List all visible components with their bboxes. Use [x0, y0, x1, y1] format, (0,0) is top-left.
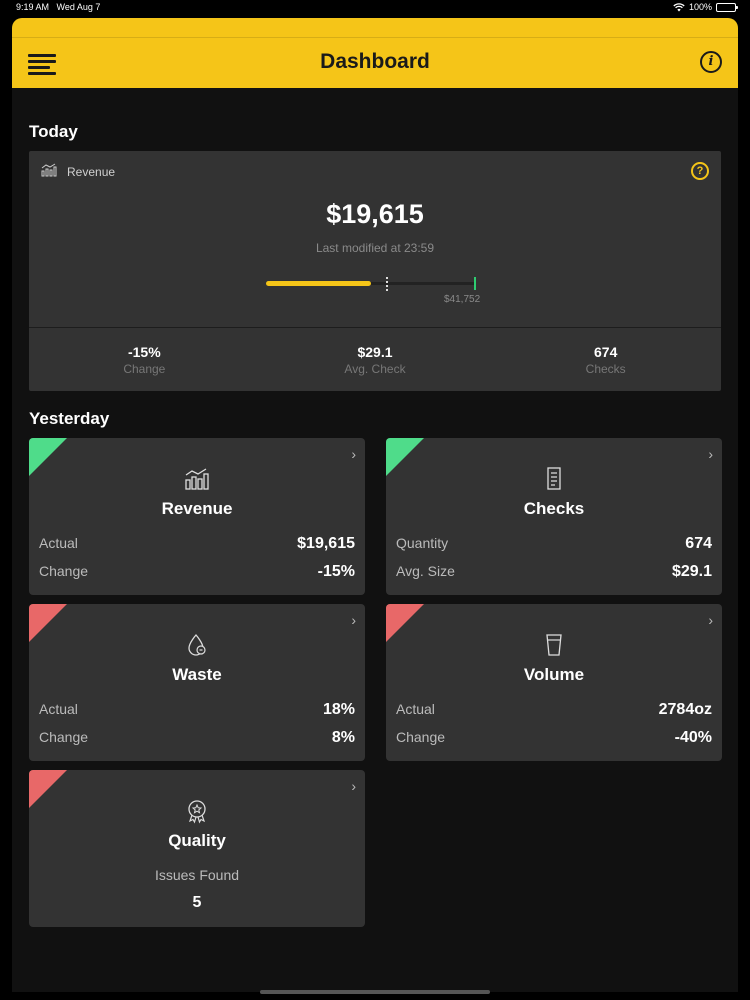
wifi-icon — [673, 2, 685, 11]
tile-title: Checks — [523, 499, 585, 518]
app-screen: Dashboard i Today Revenue ? $19,615 Last… — [12, 18, 738, 992]
tile-row: Change -40% — [396, 729, 712, 746]
revenue-progress — [266, 277, 476, 291]
last-modified: Last modified at 23:59 — [315, 241, 435, 255]
tile-row: Actual 18% — [39, 701, 355, 718]
tile-row: Actual 2784oz — [396, 701, 712, 718]
section-title-yesterday: Yesterday — [29, 409, 110, 428]
award-icon — [188, 800, 206, 824]
tile-row: Quantity 674 — [396, 535, 712, 552]
home-indicator[interactable] — [260, 990, 490, 994]
status-indicator — [29, 604, 67, 642]
tile-title: Revenue — [161, 499, 233, 518]
tile-quality[interactable]: › Quality Issues Found 5 — [29, 770, 365, 927]
glass-icon — [546, 634, 562, 656]
tile-volume[interactable]: › Volume Actual 2784oz Change -40% — [386, 604, 722, 761]
tile-title: Waste — [172, 665, 222, 684]
tile-row: Actual $19,615 — [39, 535, 355, 552]
quality-issues-value: 5 — [192, 894, 202, 911]
bar-chart-icon — [41, 163, 57, 177]
stat-change: -15% Change — [123, 344, 166, 376]
chevron-right-icon: › — [708, 612, 713, 628]
progress-fill — [266, 281, 371, 286]
battery-icon — [716, 2, 738, 12]
page-title: Dashboard — [320, 50, 430, 73]
receipt-icon — [547, 467, 561, 490]
stat-avg-check: $29.1 Avg. Check — [344, 344, 406, 376]
bar-chart-icon — [185, 468, 209, 490]
header-bar: Dashboard i — [12, 18, 738, 88]
revenue-value: $19,615 — [326, 199, 424, 229]
chevron-right-icon: › — [351, 778, 356, 794]
goal-marker — [474, 277, 476, 290]
status-indicator — [29, 770, 67, 808]
progress-marker — [385, 277, 388, 291]
help-icon[interactable]: ? — [691, 162, 709, 180]
today-revenue-card[interactable]: Revenue ? $19,615 Last modified at 23:59… — [29, 151, 721, 391]
tile-checks[interactable]: › Checks Quantity 674 Avg. Size $29.1 — [386, 438, 722, 595]
goal-label: $41,752 — [444, 294, 481, 305]
chevron-right-icon: › — [708, 446, 713, 462]
battery-percent: 100% — [688, 2, 712, 12]
quality-issues-label: Issues Found — [154, 867, 240, 883]
tile-revenue[interactable]: › Revenue Actual $19,615 Change -15% — [29, 438, 365, 595]
status-indicator — [386, 604, 424, 642]
tile-row: Change 8% — [39, 729, 355, 746]
tile-title: Volume — [523, 665, 585, 684]
info-icon[interactable]: i — [700, 51, 722, 73]
tile-title: Quality — [168, 831, 226, 850]
tile-waste[interactable]: › Waste Actual 18% Change 8% — [29, 604, 365, 761]
tile-row: Change -15% — [39, 563, 355, 580]
tile-row: Avg. Size $29.1 — [396, 563, 712, 580]
today-stats: -15% Change $29.1 Avg. Check 674 Checks — [29, 329, 721, 391]
chevron-right-icon: › — [351, 446, 356, 462]
chevron-right-icon: › — [351, 612, 356, 628]
card-label: Revenue — [67, 165, 116, 179]
section-title-today: Today — [29, 122, 78, 141]
stat-checks: 674 Checks — [585, 344, 626, 376]
status-indicator — [29, 438, 67, 476]
status-time-date: 9:19 AM Wed Aug 7 — [16, 2, 101, 12]
status-right: 100% — [673, 2, 738, 12]
status-indicator — [386, 438, 424, 476]
drop-icon — [188, 634, 206, 656]
status-bar: 9:19 AM Wed Aug 7 100% — [0, 0, 750, 16]
